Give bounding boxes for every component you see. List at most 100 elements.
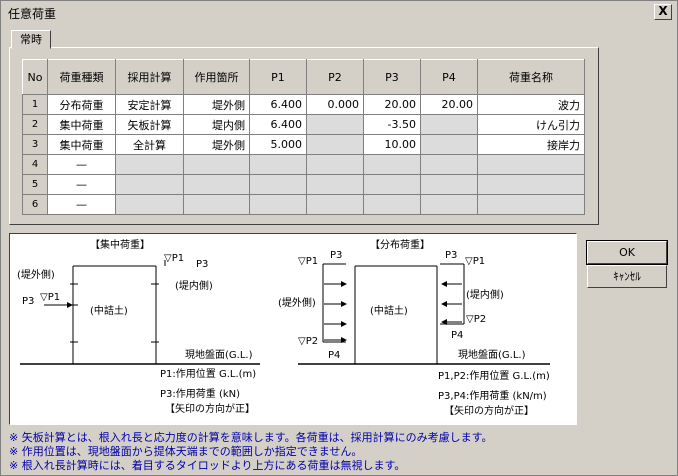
cell-p3[interactable]: 20.00	[363, 94, 421, 115]
window-title: 任意荷重	[8, 7, 57, 21]
distributed-p3-left: P3	[330, 250, 342, 261]
col-header-load-type: 荷重種類	[47, 59, 116, 95]
cancel-button[interactable]: ｷｬﾝｾﾙ	[587, 265, 667, 288]
cell-p3	[363, 194, 421, 215]
table-row: 3 集中荷重 全計算 堤外側 5.000 10.00 接岸力	[22, 134, 585, 155]
table-row: 1 分布荷重 安定計算 堤外側 6.400 0.000 20.00 20.00 …	[22, 94, 585, 115]
cell-p3[interactable]: -3.50	[363, 114, 421, 135]
distributed-inner: (堤内側)	[466, 288, 504, 301]
distributed-p1-right: ▽P1	[465, 256, 485, 267]
cell-load-name[interactable]: 接岸力	[477, 134, 585, 155]
distributed-p4-left: P4	[328, 350, 340, 361]
cell-p4	[420, 194, 478, 215]
cell-load-type[interactable]: 分布荷重	[47, 94, 116, 115]
distributed-p2-right: ▽P2	[466, 314, 486, 325]
cell-load-name[interactable]: 波力	[477, 94, 585, 115]
load-diagram-svg: 【集中荷重】 ▽P1 P3 (堤外側) (堤内側) P3 ▽P1 (中詰土) 現…	[17, 238, 550, 417]
cell-load-name	[477, 174, 585, 195]
concentrated-legend-3: 【矢印の方向が正】	[165, 402, 255, 415]
close-button[interactable]: X	[654, 4, 672, 20]
cell-p1[interactable]: 5.000	[249, 134, 307, 155]
cell-location	[183, 174, 250, 195]
cell-p2	[306, 174, 364, 195]
cell-p1	[249, 154, 307, 175]
cell-load-name	[477, 194, 585, 215]
cell-p4	[420, 154, 478, 175]
distributed-outer: (堤外側)	[278, 296, 316, 309]
cell-load-name[interactable]: けん引力	[477, 114, 585, 135]
load-table: No 荷重種類 採用計算 作用箇所 P1 P2 P3 P4 荷重名称 1 分布荷…	[22, 59, 585, 215]
cell-p3[interactable]: 10.00	[363, 134, 421, 155]
cell-p4	[420, 174, 478, 195]
ok-button[interactable]: OK	[586, 240, 668, 265]
concentrated-soil: (中詰土)	[90, 304, 128, 317]
cell-p1	[249, 174, 307, 195]
cell-location[interactable]: 堤外側	[183, 94, 250, 115]
distributed-ground: 現地盤面(G.L.)	[458, 348, 526, 361]
cell-calc[interactable]: 全計算	[115, 134, 184, 155]
cell-calc	[115, 194, 184, 215]
concentrated-legend-1: P1:作用位置 G.L.(m)	[160, 367, 256, 380]
concentrated-ground: 現地盤面(G.L.)	[185, 348, 253, 361]
row-number: 2	[22, 114, 48, 135]
distributed-legend-3: 【矢印の方向が正】	[444, 404, 534, 417]
cell-calc	[115, 154, 184, 175]
col-header-location: 作用箇所	[183, 59, 250, 95]
distributed-p2-left: ▽P2	[298, 336, 318, 347]
cell-load-type[interactable]: 集中荷重	[47, 114, 116, 135]
distributed-p3-right: P3	[445, 250, 457, 261]
cell-load-type[interactable]: —	[47, 194, 116, 215]
col-header-p2: P2	[306, 59, 364, 95]
concentrated-p3-top: P3	[196, 259, 208, 270]
cell-p2[interactable]: 0.000	[306, 94, 364, 115]
distributed-p1-left: ▽P1	[298, 256, 318, 267]
row-number: 4	[22, 154, 48, 175]
cell-load-type[interactable]: —	[47, 174, 116, 195]
cell-p2	[306, 134, 364, 155]
table-row: 5 —	[22, 174, 585, 195]
concentrated-legend-2: P3:作用荷重 (kN)	[160, 387, 240, 400]
distributed-title: 【分布荷重】	[370, 238, 430, 251]
row-number: 1	[22, 94, 48, 115]
cell-location[interactable]: 堤内側	[183, 114, 250, 135]
concentrated-p3-left: P3	[22, 296, 34, 307]
table-header-row: No 荷重種類 採用計算 作用箇所 P1 P2 P3 P4 荷重名称	[22, 59, 585, 95]
table-row: 2 集中荷重 矢板計算 堤内側 6.400 -3.50 けん引力	[22, 114, 585, 135]
cell-load-type[interactable]: —	[47, 154, 116, 175]
concentrated-inner: (堤内側)	[175, 279, 213, 292]
cell-p4[interactable]: 20.00	[420, 94, 478, 115]
cell-calc[interactable]: 矢板計算	[115, 114, 184, 135]
distributed-legend-1: P1,P2:作用位置 G.L.(m)	[438, 369, 550, 382]
col-header-p1: P1	[249, 59, 307, 95]
cell-p3	[363, 174, 421, 195]
cell-load-name	[477, 154, 585, 175]
concentrated-title: 【集中荷重】	[90, 238, 150, 251]
distributed-soil: (中詰土)	[370, 304, 408, 317]
cell-p1[interactable]: 6.400	[249, 114, 307, 135]
cell-calc[interactable]: 安定計算	[115, 94, 184, 115]
col-header-load-name: 荷重名称	[477, 59, 585, 95]
cell-load-type[interactable]: 集中荷重	[47, 134, 116, 155]
col-header-calc: 採用計算	[115, 59, 184, 95]
cell-p3	[363, 154, 421, 175]
col-header-p4: P4	[420, 59, 478, 95]
cell-p2	[306, 154, 364, 175]
concentrated-p1: ▽P1	[164, 253, 184, 264]
cell-location	[183, 154, 250, 175]
title-bar: 任意荷重 X	[2, 2, 676, 22]
concentrated-outer: (堤外側)	[17, 268, 55, 281]
row-number: 3	[22, 134, 48, 155]
col-header-p3: P3	[363, 59, 421, 95]
table-row: 6 —	[22, 194, 585, 215]
cell-location[interactable]: 堤外側	[183, 134, 250, 155]
cell-p1[interactable]: 6.400	[249, 94, 307, 115]
row-number: 5	[22, 174, 48, 195]
cell-p4	[420, 114, 478, 135]
dialog-window: 任意荷重 X 常時 No 荷重種類 採用計算 作用箇所 P1 P2 P3 P4 …	[0, 0, 678, 476]
tab-normal[interactable]: 常時	[11, 30, 51, 49]
col-header-no: No	[22, 59, 48, 95]
concentrated-load-diagram: 【集中荷重】 ▽P1 P3 (堤外側) (堤内側) P3 ▽P1 (中詰土) 現…	[17, 238, 260, 415]
cell-p2	[306, 114, 364, 135]
distributed-load-diagram: 【分布荷重】 ▽P1 P3 P3 ▽P1 (堤外側) (堤内側) (中詰土) ▽…	[278, 238, 550, 417]
table-row: 4 —	[22, 154, 585, 175]
